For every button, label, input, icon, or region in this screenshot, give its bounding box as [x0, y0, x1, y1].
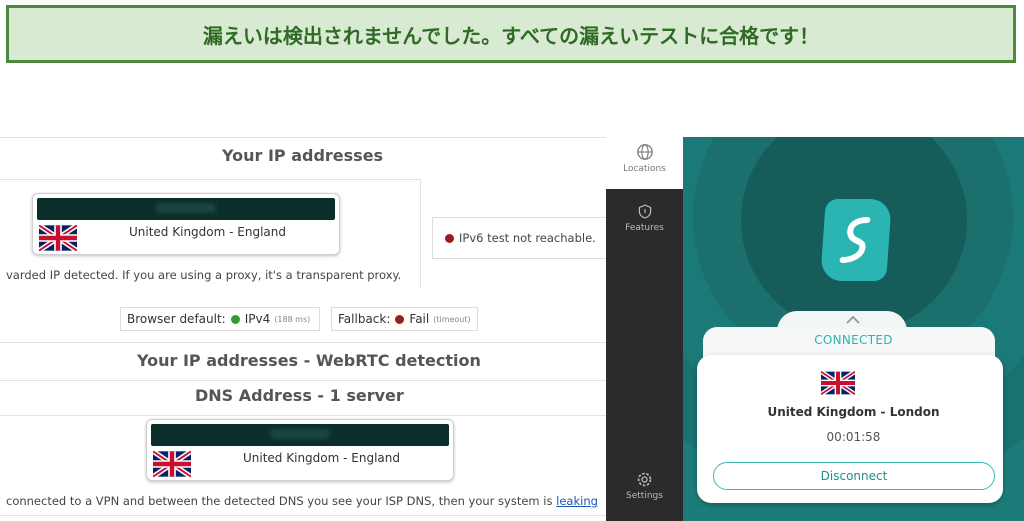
surfshark-logo: [820, 199, 892, 281]
result-banner: 漏えいは検出されませんでした。すべての漏えいテストに合格です！: [6, 5, 1016, 63]
disconnect-button[interactable]: Disconnect: [713, 462, 995, 490]
shield-icon: [638, 204, 651, 219]
dns-heading: DNS Address - 1 server: [195, 386, 404, 405]
forwarded-note: varded IP detected. If you are using a p…: [6, 268, 402, 282]
browser-default-pill: Browser default: IPv4 (188 ms): [120, 307, 320, 331]
fallback-pill: Fallback: Fail (timeout): [331, 307, 478, 331]
fallback-note: (timeout): [433, 314, 471, 324]
ipv6-status-box: IPv6 test not reachable.: [432, 217, 606, 259]
chevron-up-icon[interactable]: [845, 315, 861, 325]
ipv6-status: IPv6 test not reachable.: [459, 231, 596, 245]
nav-features[interactable]: Features: [606, 203, 683, 233]
nav-settings-label: Settings: [626, 491, 663, 501]
nav-locations-label: Locations: [623, 164, 666, 174]
dns-location: United Kingdom - England: [243, 451, 400, 465]
dns-card: United Kingdom - England: [146, 419, 454, 481]
ip-heading: Your IP addresses: [222, 146, 384, 165]
dns-address-redacted: [151, 424, 449, 446]
gear-icon: [637, 472, 652, 487]
fallback-label: Fallback:: [338, 312, 391, 326]
nav-features-label: Features: [625, 223, 664, 233]
nav-settings[interactable]: Settings: [606, 471, 683, 501]
banner-text: 漏えいは検出されませんでした。すべての漏えいテストに合格です！: [202, 23, 820, 48]
connected-location: United Kingdom - London: [767, 405, 940, 419]
leaking-link[interactable]: leaking: [556, 494, 598, 508]
ip-card: United Kingdom - England: [32, 193, 340, 255]
ip-address-redacted: [37, 198, 335, 220]
connection-view: CONNECTED United Kingdom - London 00:01:…: [683, 137, 1024, 521]
leak-test-panel: Your IP addresses United Kingdom - Engla…: [0, 137, 606, 521]
globe-icon: [636, 144, 653, 160]
nav-sidebar: Features Settings: [606, 189, 683, 521]
dns-note: connected to a VPN and between the detec…: [6, 494, 598, 508]
vpn-app: Locations Features Settings CONNECTED Un…: [606, 137, 1024, 521]
fallback-value: Fail: [409, 312, 430, 326]
webrtc-heading: Your IP addresses - WebRTC detection: [137, 351, 481, 370]
connection-timer: 00:01:58: [826, 430, 881, 444]
status-connected: CONNECTED: [814, 333, 893, 347]
fallback-fail-dot: [395, 314, 405, 324]
uk-flag-icon: [39, 225, 77, 251]
ipv4-ok-dot: [230, 314, 240, 324]
browser-default-ms: (188 ms): [274, 314, 311, 324]
browser-default-value: IPv4: [244, 312, 271, 326]
uk-flag-icon: [153, 451, 191, 477]
nav-locations[interactable]: Locations: [606, 137, 683, 189]
ipv6-fail-dot: [445, 233, 454, 243]
browser-default-label: Browser default:: [127, 312, 226, 326]
uk-flag-icon: [821, 371, 855, 395]
dns-note-text: connected to a VPN and between the detec…: [6, 494, 553, 508]
ip-location: United Kingdom - England: [129, 225, 286, 239]
